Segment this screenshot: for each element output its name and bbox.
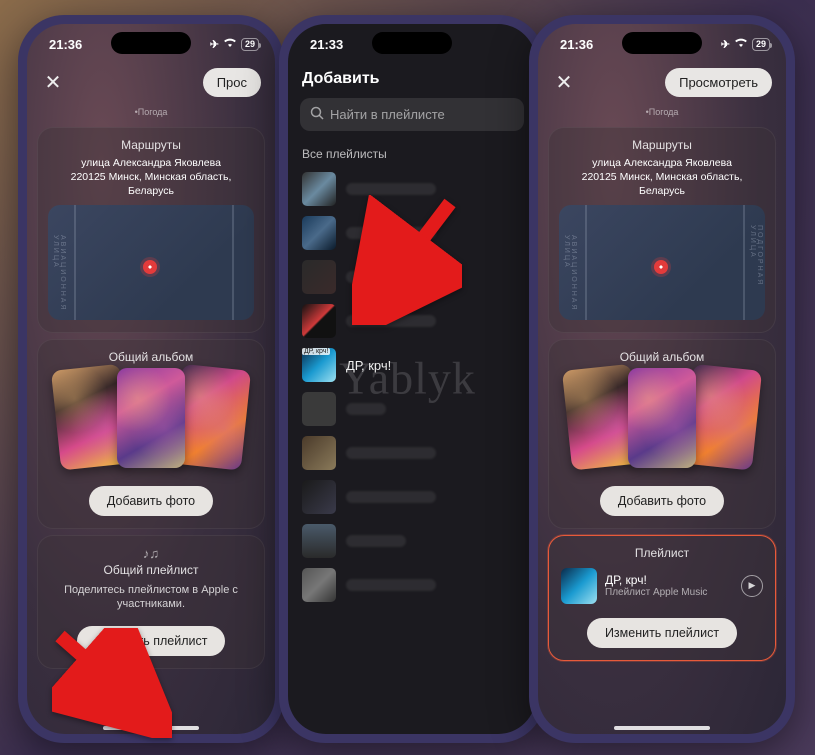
battery-icon: 29 <box>752 38 770 51</box>
playlist-name: ДР, крч! <box>605 573 733 587</box>
playlist-tag: ДР, крч! <box>302 348 330 355</box>
annotation-arrow-1 <box>52 628 172 743</box>
section-all-playlists: Все плейлисты <box>288 141 536 167</box>
playlist-artwork <box>302 172 336 206</box>
playlist-section-title: Плейлист <box>559 546 765 560</box>
playlist-label-blurred <box>346 403 386 415</box>
home-indicator[interactable] <box>614 726 710 730</box>
status-time: 21:36 <box>560 37 593 52</box>
dynamic-island <box>111 32 191 54</box>
playlist-item[interactable] <box>288 431 536 475</box>
playlist-label: ДР, крч! <box>346 358 391 373</box>
photo-stack <box>48 368 254 478</box>
search-icon <box>310 106 324 123</box>
playlist-label-blurred <box>346 447 436 459</box>
playlist-text: ДР, крч! Плейлист Apple Music <box>605 573 733 598</box>
playlist-artwork <box>302 260 336 294</box>
add-photo-button[interactable]: Добавить фото <box>600 486 724 516</box>
airplane-icon: ✈︎ <box>721 38 730 51</box>
routes-card[interactable]: Маршруты улица Александра Яковлева 22012… <box>37 127 265 333</box>
routes-card[interactable]: Маршруты улица Александра Яковлева 22012… <box>548 127 776 333</box>
playlist-artwork <box>302 216 336 250</box>
photo-stack <box>559 368 765 478</box>
search-input[interactable]: Найти в плейлисте <box>300 98 524 131</box>
status-time: 21:33 <box>310 37 343 52</box>
preview-button[interactable]: Просмотреть <box>665 68 772 97</box>
playlist-label-blurred <box>346 579 436 591</box>
playlist-artwork <box>302 436 336 470</box>
playlist-item-highlight[interactable]: ДР, крч! ДР, крч! <box>288 343 536 387</box>
top-bar: ✕ Просмотреть <box>538 64 786 107</box>
photo-thumb <box>628 368 697 468</box>
add-photo-button[interactable]: Добавить фото <box>89 486 213 516</box>
playlist-item[interactable] <box>288 475 536 519</box>
weather-tag: •Погода <box>27 107 275 121</box>
wifi-icon <box>734 38 748 51</box>
playlist-label-blurred <box>346 183 436 195</box>
music-note-icon: ♪♫ <box>48 546 254 561</box>
album-title: Общий альбом <box>48 350 254 364</box>
playlist-row[interactable]: ДР, крч! Плейлист Apple Music ▶ <box>559 564 765 612</box>
status-right: ✈︎ 29 <box>721 38 770 51</box>
playlist-subtitle: Плейлист Apple Music <box>605 587 733 598</box>
playlist-card-title: Общий плейлист <box>48 563 254 577</box>
phone-frame-2: 21:33 Добавить Найти в плейлисте Все пле… <box>279 15 545 743</box>
dynamic-island <box>622 32 702 54</box>
wifi-icon <box>223 38 237 51</box>
playlist-artwork <box>302 392 336 426</box>
album-card[interactable]: Общий альбом Добавить фото <box>37 339 265 529</box>
search-placeholder: Найти в плейлисте <box>330 107 445 122</box>
playlist-artwork <box>302 568 336 602</box>
playlist-description: Поделитесь плейлистом в Apple с участник… <box>48 581 254 621</box>
preview-button[interactable]: Прос <box>203 68 261 97</box>
map-pin-icon <box>143 260 157 274</box>
routes-title: Маршруты <box>559 138 765 152</box>
album-title: Общий альбом <box>559 350 765 364</box>
playlist-label-blurred <box>346 535 406 547</box>
map-pin-icon <box>654 260 668 274</box>
dynamic-island <box>372 32 452 54</box>
album-card[interactable]: Общий альбом Добавить фото <box>548 339 776 529</box>
phone-frame-3: 21:36 ✈︎ 29 ✕ Просмотреть •Погода Маршру… <box>529 15 795 743</box>
address: улица Александра Яковлева 220125 Минск, … <box>48 156 254 205</box>
map-preview[interactable]: АВИАЦИОННАЯ УЛИЦА ПОДГОРНАЯ УЛИЦА <box>559 205 765 320</box>
routes-title: Маршруты <box>48 138 254 152</box>
change-playlist-button[interactable]: Изменить плейлист <box>587 618 737 648</box>
annotation-arrow-2 <box>352 195 462 330</box>
status-right: ✈︎ 29 <box>210 38 259 51</box>
weather-tag: •Погода <box>538 107 786 121</box>
modal-title: Добавить <box>288 64 536 98</box>
airplane-icon: ✈︎ <box>210 38 219 51</box>
selected-playlist-card[interactable]: Плейлист ДР, крч! Плейлист Apple Music ▶… <box>548 535 776 661</box>
top-bar: ✕ Прос <box>27 64 275 107</box>
address: улица Александра Яковлева 220125 Минск, … <box>559 156 765 205</box>
close-button[interactable]: ✕ <box>552 71 576 95</box>
playlist-artwork <box>302 304 336 338</box>
close-button[interactable]: ✕ <box>41 71 65 95</box>
photo-thumb <box>117 368 186 468</box>
status-time: 21:36 <box>49 37 82 52</box>
playlist-item[interactable] <box>288 519 536 563</box>
playlist-item[interactable] <box>288 387 536 431</box>
battery-icon: 29 <box>241 38 259 51</box>
playlist-label-blurred <box>346 491 436 503</box>
playlist-artwork <box>302 480 336 514</box>
playlist-item[interactable] <box>288 563 536 607</box>
map-preview[interactable]: АВИАЦИОННАЯ УЛИЦА <box>48 205 254 320</box>
play-icon[interactable]: ▶ <box>741 575 763 597</box>
playlist-artwork <box>561 568 597 604</box>
playlist-artwork <box>302 524 336 558</box>
